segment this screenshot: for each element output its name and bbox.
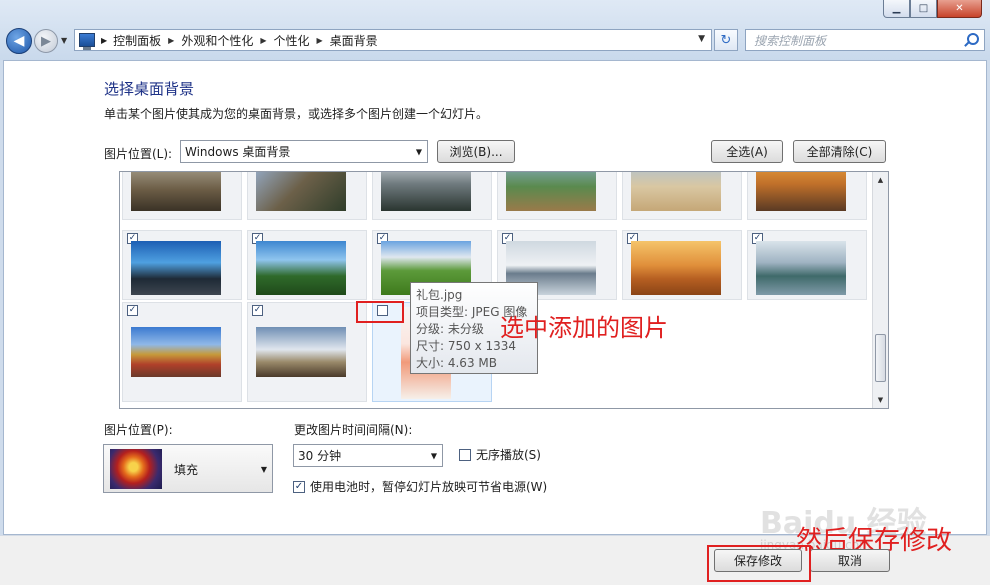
shuffle-checkbox[interactable] [459, 448, 471, 461]
picture-location-select[interactable]: Windows 桌面背景 ▼ [180, 140, 428, 163]
wallpaper-tile[interactable] [747, 172, 867, 220]
interval-label: 更改图片时间间隔(N): [294, 423, 413, 437]
minimize-button[interactable]: ▁ [883, 0, 910, 18]
scroll-down-icon[interactable]: ▼ [873, 392, 888, 408]
wallpaper-tile[interactable] [247, 172, 367, 220]
select-all-button[interactable]: 全选(A) [711, 140, 783, 163]
interval-select[interactable]: 30 分钟 ▼ [293, 444, 443, 467]
wallpaper-tile[interactable] [497, 172, 617, 220]
breadcrumb-desktop-background[interactable]: 桌面背景 [330, 32, 378, 49]
annotation-select-added: 选中添加的图片 [500, 314, 668, 342]
browse-button[interactable]: 浏览(B)... [437, 140, 515, 163]
scroll-up-icon[interactable]: ▲ [873, 172, 888, 188]
wallpaper-tile[interactable]: ✓ [747, 230, 867, 300]
chevron-down-icon[interactable]: ▼ [698, 34, 705, 44]
position-preview-image [110, 449, 162, 489]
chevron-down-icon: ▼ [430, 451, 437, 460]
chevron-right-icon: ▶ [101, 35, 108, 45]
search-placeholder: 搜索控制面板 [754, 33, 827, 48]
tooltip-name: 礼包.jpg [416, 288, 463, 302]
breadcrumb-appearance[interactable]: 外观和个性化 [181, 32, 253, 49]
wallpaper-tile[interactable] [622, 172, 742, 220]
wallpaper-tile[interactable]: ✓ [122, 302, 242, 402]
interval-value: 30 分钟 [298, 449, 342, 463]
search-input[interactable]: 搜索控制面板 [745, 29, 985, 51]
title-bar: ▁ □ ✕ ◀ ▶ ▼ ▶ 控制面板 ▶ 外观和个性化 ▶ 个性化 ▶ 桌面背景… [0, 0, 990, 60]
back-button[interactable]: ◀ [6, 28, 32, 54]
wallpaper-thumbnail [256, 327, 346, 377]
wallpaper-tile[interactable]: ✓ [122, 230, 242, 300]
chevron-right-icon: ▶ [260, 35, 267, 45]
close-button[interactable]: ✕ [937, 0, 982, 18]
picture-location-value: Windows 桌面背景 [185, 145, 291, 159]
chevron-down-icon: ▼ [415, 147, 422, 156]
highlight-box-checkbox [356, 301, 404, 323]
wallpaper-thumbnail [631, 172, 721, 211]
highlight-box-save [707, 545, 811, 582]
wallpaper-thumbnail [131, 241, 221, 295]
picture-position-select[interactable]: 填充 ▼ [103, 444, 273, 493]
wallpaper-tile[interactable] [122, 172, 242, 220]
picture-position-label: 图片位置(P): [104, 423, 173, 437]
breadcrumb-personalization[interactable]: 个性化 [274, 32, 310, 49]
battery-option[interactable]: ✓ 使用电池时，暂停幻灯片放映可节省电源(W) [293, 478, 547, 495]
wallpaper-tile[interactable]: ✓ [247, 302, 367, 402]
scroll-thumb[interactable] [875, 334, 886, 382]
refresh-button[interactable]: ↻ [714, 29, 738, 51]
checkbox[interactable]: ✓ [127, 305, 138, 316]
wallpaper-thumbnail [506, 172, 596, 211]
breadcrumb-control-panel[interactable]: 控制面板 [113, 32, 161, 49]
clear-all-button[interactable]: 全部清除(C) [793, 140, 886, 163]
arrow-left-icon: ◀ [13, 33, 25, 49]
address-bar[interactable]: ▶ 控制面板 ▶ 外观和个性化 ▶ 个性化 ▶ 桌面背景 ▼ [74, 29, 712, 51]
wallpaper-tile[interactable]: ✓ [247, 230, 367, 300]
arrow-right-icon: ▶ [41, 33, 51, 49]
refresh-icon: ↻ [720, 32, 732, 48]
control-panel-icon [79, 33, 95, 50]
cancel-button[interactable]: 取消 [810, 549, 890, 572]
recent-pages-dropdown[interactable]: ▼ [61, 36, 67, 45]
forward-button[interactable]: ▶ [34, 29, 58, 53]
wallpaper-thumbnail [256, 241, 346, 295]
picture-position-value: 填充 [174, 463, 199, 477]
wallpaper-thumbnail [756, 241, 846, 295]
maximize-button[interactable]: □ [910, 0, 937, 18]
chevron-down-icon: ▼ [260, 465, 267, 474]
shuffle-label: 无序播放(S) [476, 448, 541, 462]
wallpaper-thumbnail [256, 172, 346, 211]
checkbox[interactable]: ✓ [252, 305, 263, 316]
tooltip-filesize: 大小: 4.63 MB [416, 356, 497, 370]
vertical-scrollbar[interactable]: ▲ ▼ [872, 172, 888, 408]
wallpaper-thumbnail [381, 172, 471, 211]
search-icon[interactable] [967, 33, 979, 45]
battery-label: 使用电池时，暂停幻灯片放映可节省电源(W) [310, 480, 548, 494]
wallpaper-thumbnail [631, 241, 721, 295]
wallpaper-tile[interactable]: ✓ [622, 230, 742, 300]
page-description: 单击某个图片使其成为您的桌面背景，或选择多个图片创建一个幻灯片。 [104, 107, 489, 121]
chevron-right-icon: ▶ [316, 35, 323, 45]
wallpaper-thumbnail [756, 172, 846, 211]
wallpaper-tile[interactable] [372, 172, 492, 220]
page-title: 选择桌面背景 [104, 80, 195, 98]
wallpaper-thumbnail [131, 327, 221, 377]
battery-checkbox[interactable]: ✓ [293, 480, 305, 493]
picture-location-label: 图片位置(L): [104, 147, 173, 161]
shuffle-option[interactable]: 无序播放(S) [459, 446, 541, 463]
wallpaper-thumbnail [131, 172, 221, 211]
chevron-right-icon: ▶ [168, 35, 175, 45]
window-controls: ▁ □ ✕ [883, 0, 982, 18]
